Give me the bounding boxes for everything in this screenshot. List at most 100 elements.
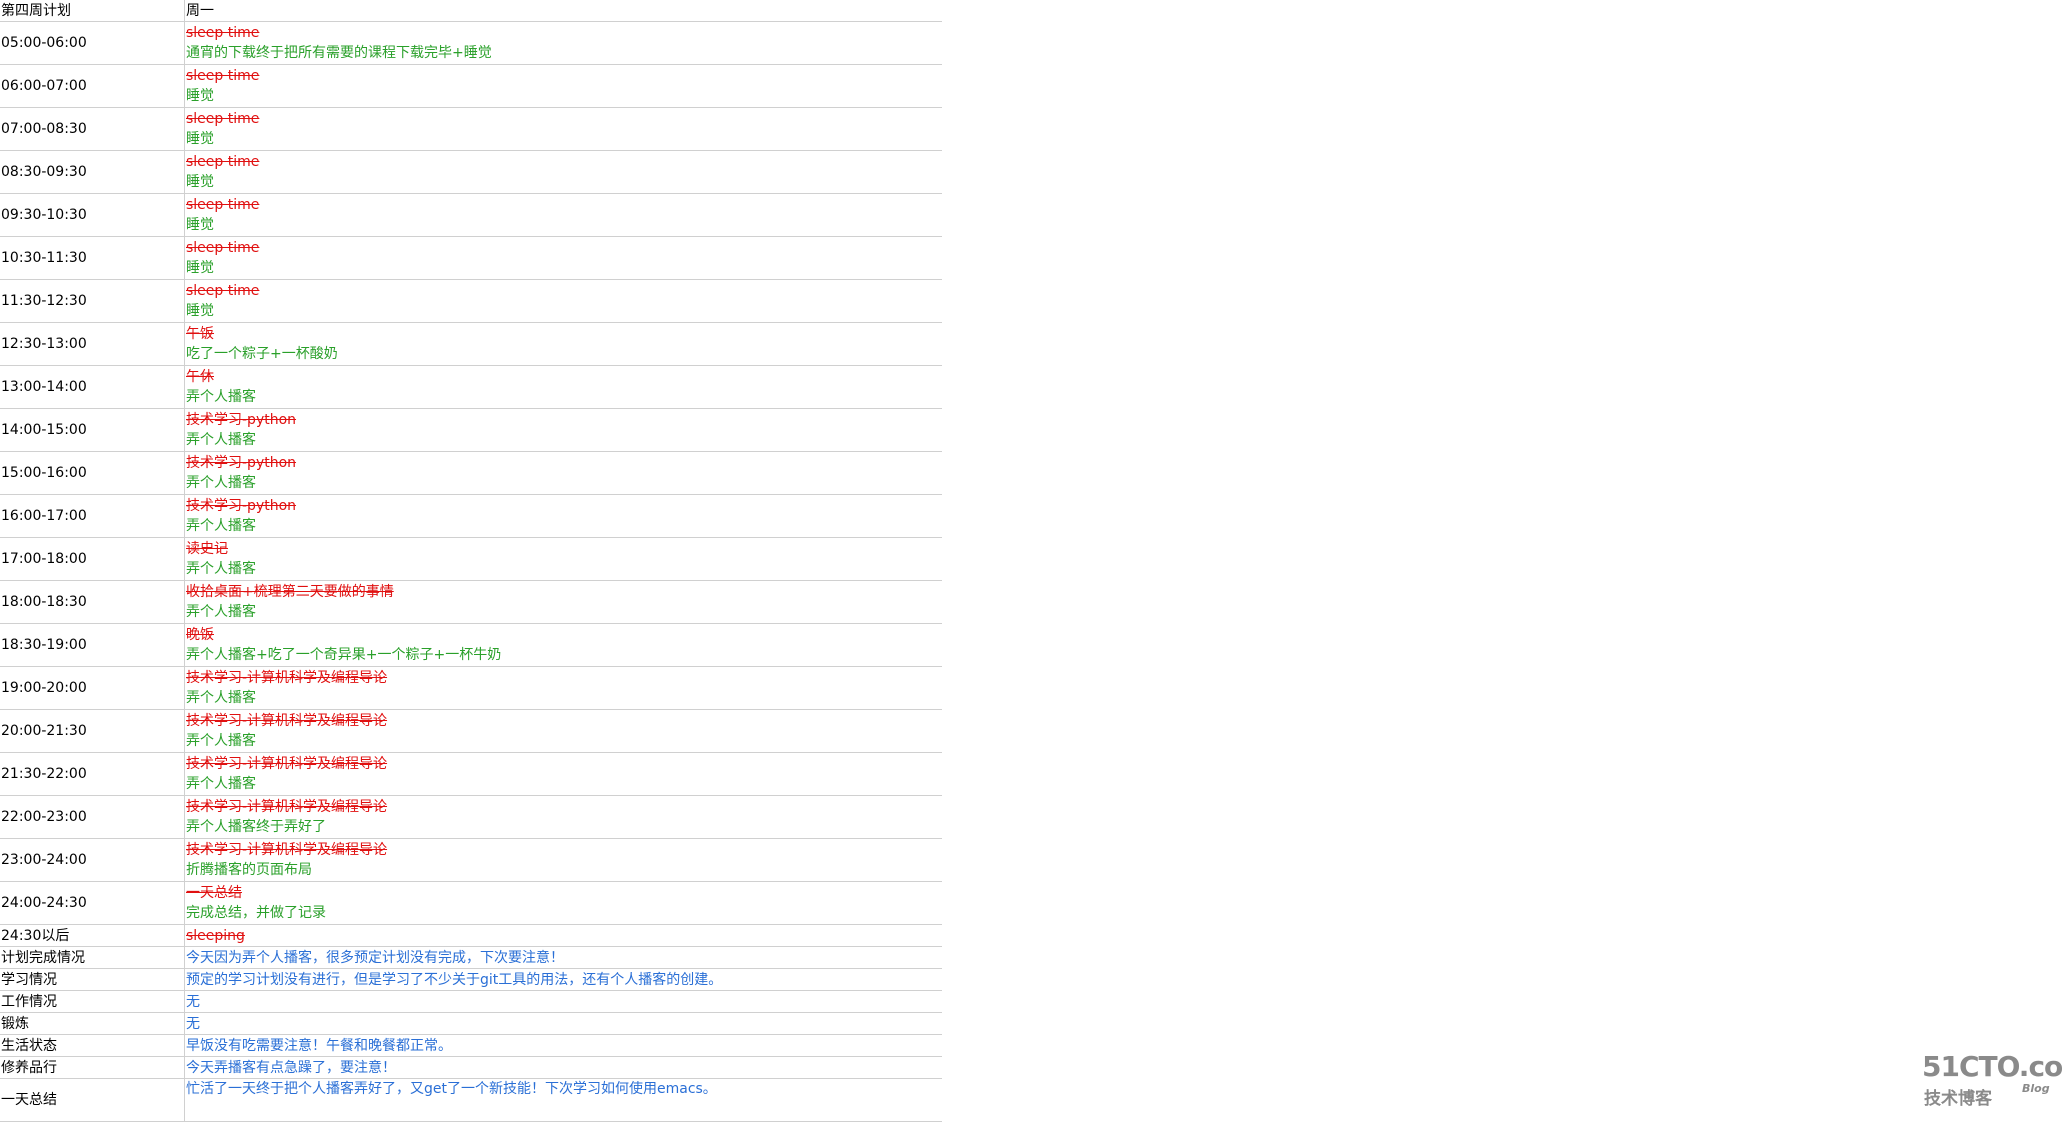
planned-activity: 读史记 (186, 541, 228, 557)
planned-activity: sleep time (186, 25, 260, 41)
activity-cell: 技术学习-python 弄个人播客 (184, 408, 942, 452)
summary-text: 今天因为弄个人播客，很多预定计划没有完成，下次要注意！ (184, 946, 942, 969)
summary-text: 预定的学习计划没有进行，但是学习了不少关于git工具的用法，还有个人播客的创建。 (184, 968, 942, 991)
time-cell: 24:30以后 (0, 924, 185, 947)
planned-activity: sleep time (186, 111, 260, 127)
site-watermark: 51CTO.com 技术博客 Blog (1922, 1050, 2064, 1110)
summary-row-work: 工作情况 无 (0, 990, 942, 1013)
planned-activity: 技术学习-计算机科学及编程导论 (186, 842, 388, 858)
weekly-plan-table: 第四周计划 周一 05:00-06:00 sleep time 通宵的下载终于把… (0, 0, 942, 1122)
schedule-row: 06:00-07:00 sleep time 睡觉 (0, 64, 942, 108)
schedule-row: 18:00-18:30 收拾桌面+梳理第二天要做的事情 弄个人播客 (0, 580, 942, 624)
actual-activity: 睡觉 (186, 131, 214, 147)
actual-activity: 完成总结，并做了记录 (186, 905, 326, 921)
summary-text: 忙活了一天终于把个人播客弄好了，又get了一个新技能！下次学习如何使用emacs… (184, 1078, 942, 1122)
time-cell: 24:00-24:30 (0, 881, 185, 925)
summary-row-life: 生活状态 早饭没有吃需要注意！午餐和晚餐都正常。 (0, 1034, 942, 1057)
summary-note: 预定的学习计划没有进行，但是学习了不少关于git工具的用法，还有个人播客的创建。 (186, 971, 723, 988)
time-cell: 22:00-23:00 (0, 795, 185, 839)
planned-activity: 收拾桌面+梳理第二天要做的事情 (186, 584, 394, 600)
schedule-row: 10:30-11:30 sleep time 睡觉 (0, 236, 942, 280)
planned-activity: 技术学习-python (186, 455, 297, 471)
time-cell: 14:00-15:00 (0, 408, 185, 452)
actual-activity: 睡觉 (186, 303, 214, 319)
summary-label: 锻炼 (0, 1012, 185, 1035)
activity-cell: 技术学习-python 弄个人播客 (184, 494, 942, 538)
schedule-row: 20:00-21:30 技术学习-计算机科学及编程导论 弄个人播客 (0, 709, 942, 753)
actual-activity: 弄个人播客 (186, 475, 256, 491)
planned-activity: sleep time (186, 240, 260, 256)
summary-note: 无 (186, 993, 200, 1010)
schedule-row: 24:00-24:30 一天总结 完成总结，并做了记录 (0, 881, 942, 925)
actual-activity: 睡觉 (186, 174, 214, 190)
header-day: 周一 (184, 0, 942, 22)
time-cell: 18:00-18:30 (0, 580, 185, 624)
time-cell: 16:00-17:00 (0, 494, 185, 538)
time-cell: 09:30-10:30 (0, 193, 185, 237)
activity-cell: sleep time 睡觉 (184, 150, 942, 194)
time-cell: 12:30-13:00 (0, 322, 185, 366)
activity-cell: sleep time 睡觉 (184, 193, 942, 237)
summary-note: 无 (186, 1015, 200, 1032)
schedule-row: 21:30-22:00 技术学习-计算机科学及编程导论 弄个人播客 (0, 752, 942, 796)
weekly-plan-body: 第四周计划 周一 05:00-06:00 sleep time 通宵的下载终于把… (0, 0, 942, 1122)
after-midnight-row: 24:30以后 sleeping (0, 924, 942, 947)
planned-activity: 技术学习-计算机科学及编程导论 (186, 670, 388, 686)
header-plan-title: 第四周计划 (0, 0, 185, 22)
planned-activity: 技术学习-计算机科学及编程导论 (186, 799, 388, 815)
summary-label: 学习情况 (0, 968, 185, 991)
planned-activity: 午休 (186, 369, 214, 385)
schedule-row: 09:30-10:30 sleep time 睡觉 (0, 193, 942, 237)
summary-row-conduct: 修养品行 今天弄播客有点急躁了，要注意！ (0, 1056, 942, 1079)
time-cell: 11:30-12:30 (0, 279, 185, 323)
schedule-row: 05:00-06:00 sleep time 通宵的下载终于把所有需要的课程下载… (0, 21, 942, 65)
activity-cell: 午饭 吃了一个粽子+一杯酸奶 (184, 322, 942, 366)
planned-activity: sleep time (186, 68, 260, 84)
time-cell: 18:30-19:00 (0, 623, 185, 667)
activity-cell: 技术学习-计算机科学及编程导论 折腾播客的页面布局 (184, 838, 942, 882)
summary-note: 忙活了一天终于把个人播客弄好了，又get了一个新技能！下次学习如何使用emacs… (186, 1081, 717, 1097)
actual-activity: 睡觉 (186, 217, 214, 233)
time-cell: 06:00-07:00 (0, 64, 185, 108)
schedule-row: 08:30-09:30 sleep time 睡觉 (0, 150, 942, 194)
time-cell: 13:00-14:00 (0, 365, 185, 409)
summary-label: 生活状态 (0, 1034, 185, 1057)
schedule-row: 18:30-19:00 晚饭 弄个人播客+吃了一个奇异果+一个粽子+一杯牛奶 (0, 623, 942, 667)
watermark-blog: Blog (2022, 1082, 2050, 1095)
summary-note: 今天弄播客有点急躁了，要注意！ (186, 1059, 396, 1076)
time-cell: 21:30-22:00 (0, 752, 185, 796)
actual-activity: 弄个人播客 (186, 604, 256, 620)
summary-note: 早饭没有吃需要注意！午餐和晚餐都正常。 (186, 1037, 452, 1054)
actual-activity: 通宵的下载终于把所有需要的课程下载完毕+睡觉 (186, 45, 492, 61)
activity-cell: 技术学习-python 弄个人播客 (184, 451, 942, 495)
schedule-row: 13:00-14:00 午休 弄个人播客 (0, 365, 942, 409)
activity-cell: 午休 弄个人播客 (184, 365, 942, 409)
schedule-row: 17:00-18:00 读史记 弄个人播客 (0, 537, 942, 581)
actual-activity: 睡觉 (186, 88, 214, 104)
summary-note: 今天因为弄个人播客，很多预定计划没有完成，下次要注意！ (186, 949, 564, 966)
activity-cell: 晚饭 弄个人播客+吃了一个奇异果+一个粽子+一杯牛奶 (184, 623, 942, 667)
activity-cell: 一天总结 完成总结，并做了记录 (184, 881, 942, 925)
actual-activity: 弄个人播客 (186, 432, 256, 448)
activity-cell: sleep time 睡觉 (184, 64, 942, 108)
watermark-brand: 51CTO.com (1922, 1050, 2064, 1083)
actual-activity: 弄个人播客终于弄好了 (186, 819, 326, 835)
planned-activity: sleep time (186, 154, 260, 170)
header-row: 第四周计划 周一 (0, 0, 942, 22)
planned-activity: 技术学习-计算机科学及编程导论 (186, 756, 388, 772)
time-cell: 07:00-08:30 (0, 107, 185, 151)
planned-activity: 午饭 (186, 326, 214, 342)
summary-text: 无 (184, 990, 942, 1013)
planned-activity: sleep time (186, 197, 260, 213)
actual-activity: 弄个人播客 (186, 389, 256, 405)
summary-row-plan-completion: 计划完成情况 今天因为弄个人播客，很多预定计划没有完成，下次要注意！ (0, 946, 942, 969)
activity-cell: sleep time 睡觉 (184, 107, 942, 151)
actual-activity: 睡觉 (186, 260, 214, 276)
planned-activity: 技术学习-python (186, 498, 297, 514)
activity-cell: sleeping (184, 924, 942, 947)
actual-activity: 吃了一个粽子+一杯酸奶 (186, 346, 338, 362)
summary-row-day: 一天总结 忙活了一天终于把个人播客弄好了，又get了一个新技能！下次学习如何使用… (0, 1078, 942, 1122)
summary-text: 无 (184, 1012, 942, 1035)
schedule-row: 11:30-12:30 sleep time 睡觉 (0, 279, 942, 323)
schedule-row: 23:00-24:00 技术学习-计算机科学及编程导论 折腾播客的页面布局 (0, 838, 942, 882)
